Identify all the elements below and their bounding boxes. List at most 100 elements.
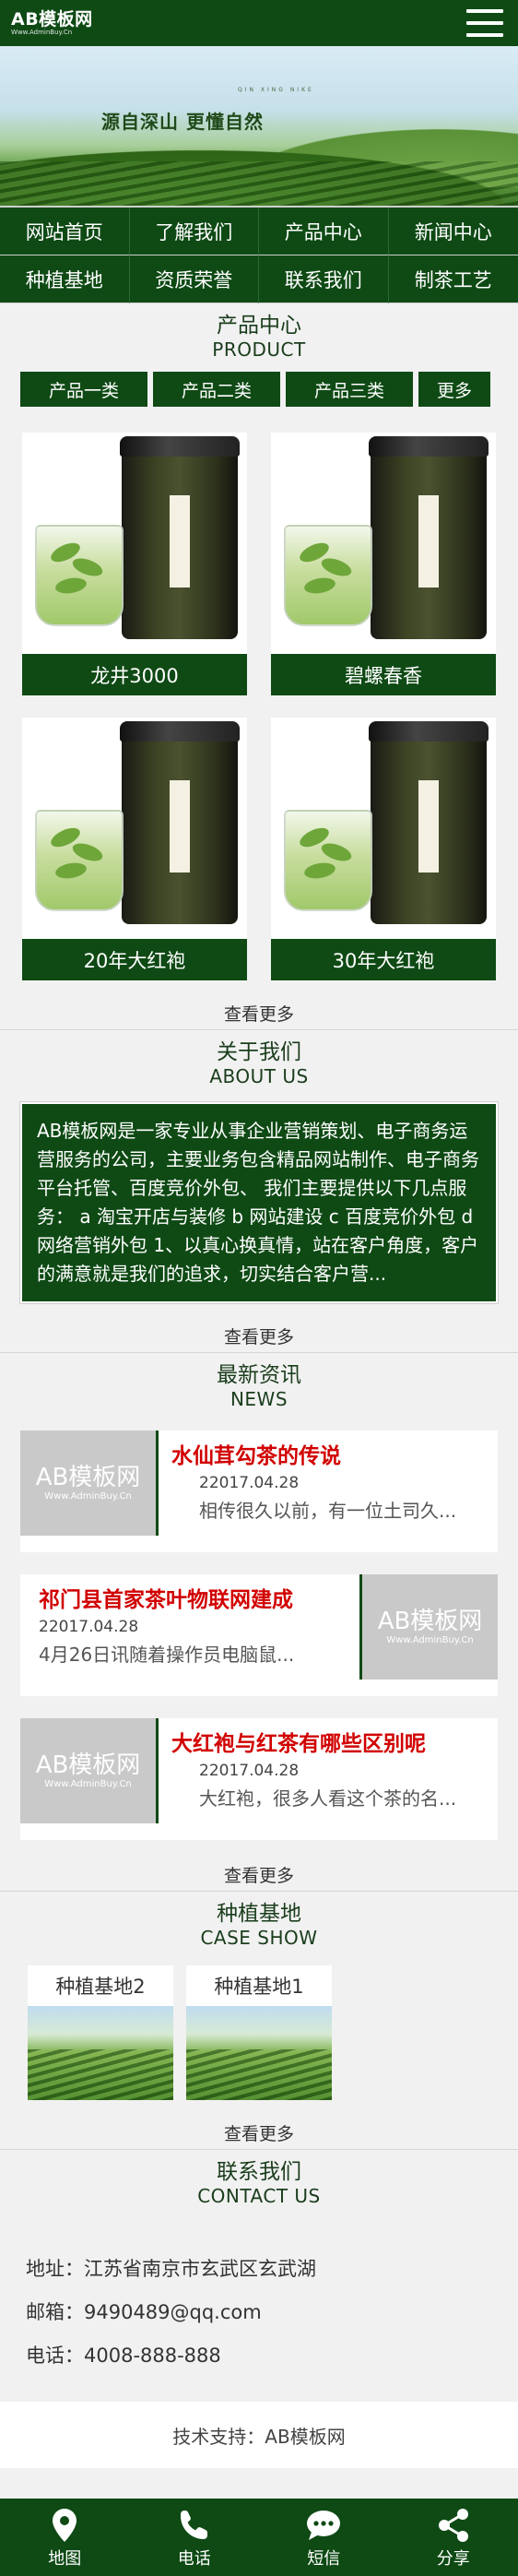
news-date: 22017.04.28 bbox=[39, 1618, 139, 1636]
nav-item-contact[interactable]: 联系我们 bbox=[259, 255, 389, 303]
news-item[interactable]: AB模板网 Www.AdminBuy.Cn 大红袍与红茶有哪些区别呢 22017… bbox=[20, 1718, 498, 1840]
category-button-1[interactable]: 产品一类 bbox=[20, 372, 147, 407]
nav-item-base[interactable]: 种植基地 bbox=[0, 255, 130, 303]
menu-icon[interactable] bbox=[466, 6, 503, 40]
products-more-link[interactable]: 查看更多 bbox=[0, 980, 518, 1030]
contact-title-en: CONTACT US bbox=[197, 2185, 321, 2207]
case-name: 种植基地1 bbox=[214, 1976, 304, 1998]
cases-more-link[interactable]: 查看更多 bbox=[0, 2100, 518, 2150]
case-name: 种植基地2 bbox=[55, 1976, 146, 1998]
about-section-title: 关于我们 ABOUT US bbox=[0, 1030, 518, 1087]
case-image bbox=[186, 2006, 332, 2100]
tea-glass bbox=[35, 525, 124, 626]
contact-phone[interactable]: 电话：4008-888-888 bbox=[26, 2334, 518, 2378]
page: AB模板网 Www.AdminBuy.Cn QIN XING NIKE 源自深山… bbox=[0, 0, 518, 2576]
product-grid: 龙井3000 碧螺春香 20年大红袍 30年大红袍 bbox=[0, 407, 518, 980]
product-image bbox=[22, 718, 247, 939]
product-card[interactable]: 20年大红袍 bbox=[22, 718, 247, 980]
tab-label: 短信 bbox=[307, 2549, 341, 2569]
tea-tin bbox=[120, 721, 240, 924]
news-section-title: 最新资讯 NEWS bbox=[0, 1353, 518, 1410]
category-button-2[interactable]: 产品二类 bbox=[153, 372, 280, 407]
menu-icon-bar bbox=[466, 9, 503, 13]
product-image bbox=[271, 718, 496, 939]
logo-text: AB模板网 bbox=[11, 8, 93, 30]
news-title-cn: 最新资讯 bbox=[217, 1363, 301, 1387]
tea-glass bbox=[35, 810, 124, 911]
contact-email[interactable]: 邮箱：9490489@qq.com bbox=[26, 2291, 518, 2334]
news-title: 大红袍与红茶有哪些区别呢 bbox=[171, 1732, 426, 1756]
case-card[interactable]: 种植基地2 bbox=[28, 1965, 173, 2100]
tab-phone[interactable]: 电话 bbox=[130, 2499, 260, 2576]
tab-label: 电话 bbox=[177, 2549, 211, 2569]
product-name: 20年大红袍 bbox=[22, 939, 247, 980]
tea-tin bbox=[369, 436, 489, 639]
tab-label: 分享 bbox=[436, 2549, 470, 2569]
news-date: 22017.04.28 bbox=[199, 1762, 300, 1780]
product-card[interactable]: 龙井3000 bbox=[22, 433, 247, 695]
about-title-cn: 关于我们 bbox=[217, 1040, 301, 1064]
nav-item-products[interactable]: 产品中心 bbox=[259, 208, 389, 255]
case-card[interactable]: 种植基地1 bbox=[186, 1965, 332, 2100]
product-categories: 产品一类 产品二类 产品三类 更多 bbox=[0, 361, 518, 407]
contact-address: 地址：江苏省南京市玄武区玄武湖 bbox=[26, 2258, 316, 2280]
product-card[interactable]: 碧螺春香 bbox=[271, 433, 496, 695]
products-title-cn: 产品中心 bbox=[217, 314, 301, 338]
about-more-link[interactable]: 查看更多 bbox=[0, 1303, 518, 1353]
news-desc: 4月26日讯随着操作员电脑鼠... bbox=[39, 1644, 295, 1666]
product-name: 龙井3000 bbox=[22, 654, 247, 695]
case-image bbox=[28, 2006, 173, 2100]
nav-item-news[interactable]: 新闻中心 bbox=[388, 208, 518, 255]
banner-slogan: 源自深山 更懂自然 bbox=[101, 111, 264, 133]
nav-item-craft[interactable]: 制茶工艺 bbox=[388, 255, 518, 303]
share-icon bbox=[435, 2505, 472, 2546]
menu-icon-bar bbox=[466, 33, 503, 37]
tab-share[interactable]: 分享 bbox=[389, 2499, 518, 2576]
news-more-link[interactable]: 查看更多 bbox=[0, 1862, 518, 1892]
cases-title-cn: 种植基地 bbox=[217, 1902, 301, 1926]
message-icon bbox=[304, 2505, 343, 2546]
nav-item-honor[interactable]: 资质荣誉 bbox=[129, 255, 259, 303]
news-thumbnail: AB模板网 Www.AdminBuy.Cn bbox=[359, 1574, 498, 1680]
cases-section-title: 种植基地 CASE SHOW bbox=[0, 1892, 518, 1949]
tab-map[interactable]: 地图 bbox=[0, 2499, 130, 2576]
logo[interactable]: AB模板网 Www.AdminBuy.Cn bbox=[11, 10, 93, 37]
contact-title-cn: 联系我们 bbox=[217, 2160, 301, 2184]
bottom-tab-bar: 地图 电话 短信 分享 bbox=[0, 2499, 518, 2576]
news-desc: 相传很久以前，有一位土司久... bbox=[199, 1500, 457, 1522]
news-item[interactable]: 祁门县首家茶叶物联网建成 22017.04.28 4月26日讯随着操作员电脑鼠.… bbox=[20, 1574, 498, 1696]
case-list: 种植基地2 种植基地1 bbox=[0, 1949, 518, 2100]
news-title: 祁门县首家茶叶物联网建成 bbox=[39, 1588, 293, 1612]
product-name: 碧螺春香 bbox=[271, 654, 496, 695]
cases-title-en: CASE SHOW bbox=[200, 1927, 318, 1949]
category-button-3[interactable]: 产品三类 bbox=[286, 372, 413, 407]
nav-item-home[interactable]: 网站首页 bbox=[0, 208, 130, 255]
banner-tea-rows bbox=[0, 161, 518, 206]
contact-info: 地址：江苏省南京市玄武区玄武湖 邮箱：9490489@qq.com 电话：400… bbox=[0, 2207, 518, 2378]
banner[interactable]: QIN XING NIKE 源自深山 更懂自然 bbox=[0, 46, 518, 206]
news-item[interactable]: AB模板网 Www.AdminBuy.Cn 水仙茸勾茶的传说 22017.04.… bbox=[20, 1430, 498, 1552]
product-card[interactable]: 30年大红袍 bbox=[271, 718, 496, 980]
banner-slogan-small: QIN XING NIKE bbox=[238, 87, 314, 93]
products-section-title: 产品中心 PRODUCT bbox=[0, 303, 518, 361]
top-bar: AB模板网 Www.AdminBuy.Cn bbox=[0, 0, 518, 46]
nav-item-about[interactable]: 了解我们 bbox=[129, 208, 259, 255]
tea-glass bbox=[284, 810, 372, 911]
news-body: 大红袍与红茶有哪些区别呢 22017.04.28 大红袍，很多人看这个茶的名..… bbox=[159, 1718, 498, 1840]
contact-section-title: 联系我们 CONTACT US bbox=[0, 2150, 518, 2207]
tab-label: 地图 bbox=[48, 2549, 82, 2569]
news-body: 祁门县首家茶叶物联网建成 22017.04.28 4月26日讯随着操作员电脑鼠.… bbox=[20, 1574, 359, 1696]
menu-icon-bar bbox=[466, 21, 503, 25]
category-button-more[interactable]: 更多 bbox=[418, 372, 490, 407]
news-desc: 大红袍，很多人看这个茶的名... bbox=[199, 1787, 457, 1810]
about-text: AB模板网是一家专业从事企业营销策划、电子商务运营服务的公司，主要业务包含精品网… bbox=[19, 1101, 499, 1304]
main-nav: 网站首页 了解我们 产品中心 新闻中心 种植基地 资质荣誉 联系我们 制茶工艺 bbox=[0, 206, 518, 303]
news-date: 22017.04.28 bbox=[199, 1474, 300, 1492]
about-title-en: ABOUT US bbox=[209, 1065, 309, 1087]
news-list: AB模板网 Www.AdminBuy.Cn 水仙茸勾茶的传说 22017.04.… bbox=[0, 1410, 518, 1840]
products-title-en: PRODUCT bbox=[212, 338, 306, 361]
logo-subtext: Www.AdminBuy.Cn bbox=[11, 28, 73, 36]
news-title: 水仙茸勾茶的传说 bbox=[171, 1444, 341, 1468]
tab-message[interactable]: 短信 bbox=[259, 2499, 389, 2576]
phone-icon bbox=[177, 2505, 212, 2546]
